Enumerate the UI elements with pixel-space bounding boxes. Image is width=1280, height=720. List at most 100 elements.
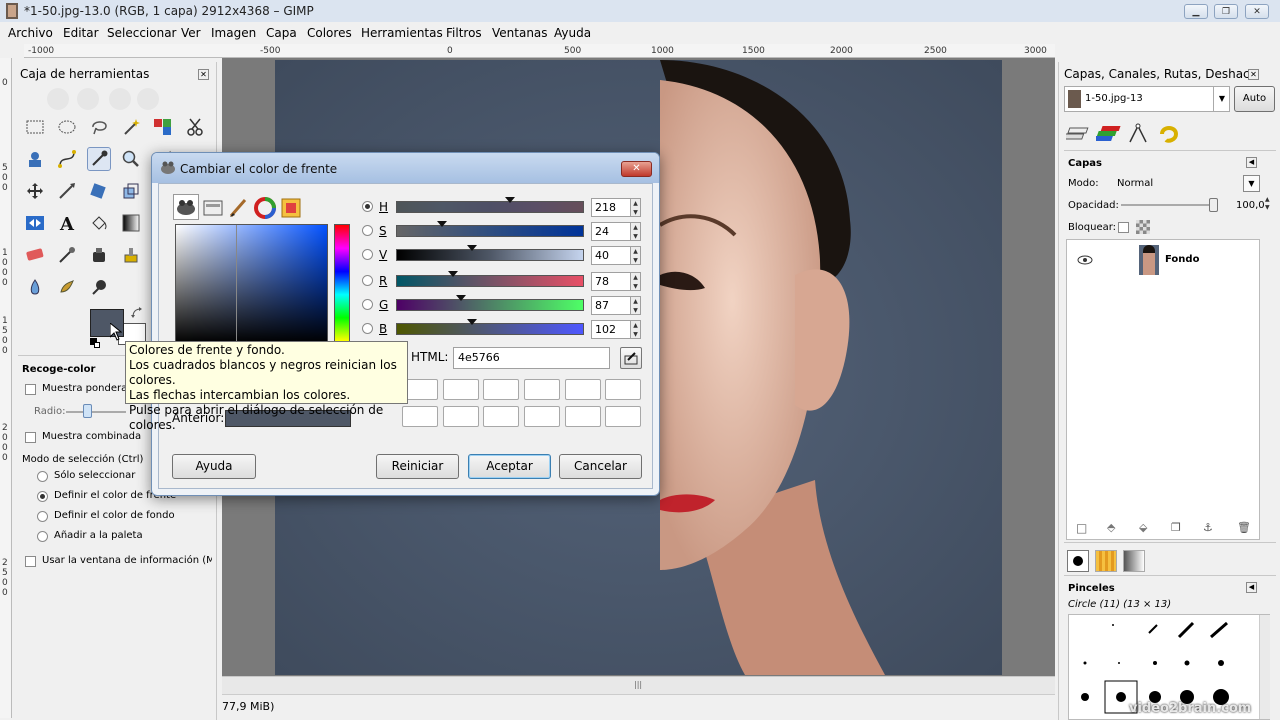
channel-radio-v[interactable] (362, 249, 373, 260)
paths-icon[interactable] (55, 147, 79, 171)
blur-icon[interactable] (23, 275, 47, 299)
pattern-tab-icon[interactable] (1095, 550, 1117, 572)
slider-marker[interactable] (448, 271, 459, 277)
close-icon[interactable]: ✕ (198, 69, 209, 80)
slider-marker[interactable] (504, 197, 515, 203)
menu-editar[interactable]: Editar (63, 26, 99, 40)
close-icon[interactable]: ✕ (1248, 69, 1259, 80)
default-colors-icon[interactable] (94, 342, 100, 348)
ink-icon[interactable] (87, 243, 111, 267)
history-swatch[interactable] (565, 379, 601, 400)
slider-marker[interactable] (467, 245, 478, 251)
sample-average-checkbox[interactable] (25, 384, 36, 395)
hue-strip[interactable] (334, 224, 350, 342)
menu-ventanas[interactable]: Ventanas (492, 26, 548, 40)
channel-radio-h[interactable] (362, 201, 373, 212)
opacity-slider-handle[interactable] (1209, 198, 1218, 212)
transform-icon[interactable] (87, 179, 111, 203)
set-foreground-radio[interactable] (37, 491, 48, 502)
channel-slider-g[interactable] (396, 295, 584, 311)
text-icon[interactable]: A (55, 211, 79, 235)
delete-layer-icon[interactable]: 🗑 (1237, 521, 1251, 534)
wheel-selector-tab[interactable] (253, 196, 277, 220)
watercolor-selector-tab[interactable] (227, 196, 251, 220)
channel-slider-s[interactable] (396, 221, 584, 237)
slider-marker[interactable] (455, 295, 466, 301)
history-swatch[interactable] (443, 406, 479, 427)
rect-select-icon[interactable] (23, 115, 47, 139)
select-by-color-icon[interactable] (151, 115, 175, 139)
mode-value[interactable]: Normal (1117, 177, 1153, 191)
layer-row[interactable]: Fondo (1067, 240, 1259, 280)
swap-colors-icon[interactable] (131, 307, 143, 319)
scale-icon[interactable] (119, 179, 143, 203)
chevron-down-icon[interactable]: ▼ (1213, 87, 1230, 111)
menu-herramientas[interactable]: Herramientas (361, 26, 443, 40)
menu-ver[interactable]: Ver (181, 26, 201, 40)
eraser-icon[interactable] (23, 243, 47, 267)
lower-layer-icon[interactable]: ⬙ (1139, 521, 1147, 534)
help-button[interactable]: Ayuda (172, 454, 256, 479)
channels-tab-icon[interactable] (1096, 122, 1122, 146)
channel-value-input[interactable]: 24 (591, 222, 631, 241)
airbrush-icon[interactable] (55, 243, 79, 267)
color-picker-icon[interactable] (87, 147, 111, 171)
history-swatch[interactable] (605, 406, 641, 427)
lasso-icon[interactable] (87, 115, 111, 139)
history-swatch[interactable] (483, 379, 519, 400)
eyedropper-button[interactable] (620, 347, 642, 369)
channel-value-input[interactable]: 78 (591, 272, 631, 291)
history-swatch[interactable] (443, 379, 479, 400)
blend-icon[interactable] (119, 211, 143, 235)
channel-radio-r[interactable] (362, 275, 373, 286)
spin-arrows-icon[interactable]: ▲ ▼ (631, 198, 641, 217)
duplicate-layer-icon[interactable]: ❐ (1171, 521, 1181, 534)
gimp-selector-tab[interactable] (173, 194, 199, 220)
gradient-tab-icon[interactable] (1123, 550, 1145, 572)
image-selector[interactable]: 1-50.jpg-13 ▼ (1064, 86, 1230, 112)
menu-capa[interactable]: Capa (266, 26, 297, 40)
history-swatch[interactable] (605, 379, 641, 400)
dodge-burn-icon[interactable] (87, 275, 111, 299)
brush-scrollbar[interactable] (1259, 615, 1270, 719)
move-icon[interactable] (23, 179, 47, 203)
menu-imagen[interactable]: Imagen (211, 26, 256, 40)
clone-icon[interactable] (119, 243, 143, 267)
fuzzy-select-icon[interactable] (119, 115, 143, 139)
history-swatch[interactable] (402, 406, 438, 427)
channel-value-input[interactable]: 218 (591, 198, 631, 217)
maximize-button[interactable]: ❐ (1214, 4, 1238, 19)
slider-marker[interactable] (437, 221, 448, 227)
layer-name[interactable]: Fondo (1165, 253, 1199, 267)
brush-tab-icon[interactable] (1067, 550, 1089, 572)
zoom-icon[interactable] (119, 147, 143, 171)
html-input[interactable]: 4e5766 (453, 347, 610, 369)
scroll-grip-icon[interactable]: ||| (634, 680, 644, 690)
spin-arrows-icon[interactable]: ▲ ▼ (631, 246, 641, 265)
channel-radio-b[interactable] (362, 323, 373, 334)
scissors-icon[interactable] (183, 115, 207, 139)
foreground-select-icon[interactable] (23, 147, 47, 171)
horizontal-ruler[interactable]: -1000 -500 0 500 1000 1500 2000 2500 300… (24, 44, 1055, 58)
align-icon[interactable] (55, 179, 79, 203)
vertical-ruler[interactable]: 0 500 1000 1500 2000 2500 (0, 58, 12, 718)
channel-radio-g[interactable] (362, 299, 373, 310)
tab-menu-icon[interactable]: ◀ (1246, 582, 1257, 593)
reset-button[interactable]: Reiniciar (376, 454, 459, 479)
pick-only-radio[interactable] (37, 471, 48, 482)
add-to-palette-radio[interactable] (37, 531, 48, 542)
raise-layer-icon[interactable]: ⬘ (1107, 521, 1115, 534)
lock-pixels-checkbox[interactable] (1118, 222, 1129, 233)
use-info-window-checkbox[interactable] (25, 556, 36, 567)
menu-filtros[interactable]: Filtros (446, 26, 482, 40)
history-swatch[interactable] (524, 406, 560, 427)
spin-arrows-icon[interactable]: ▲ ▼ (631, 222, 641, 241)
layers-tab-icon[interactable] (1066, 122, 1092, 146)
channel-value-input[interactable]: 87 (591, 296, 631, 315)
scales-selector-tab[interactable] (279, 196, 303, 220)
radius-slider-handle[interactable] (83, 404, 92, 418)
anchor-layer-icon[interactable]: ⚓ (1203, 521, 1213, 534)
history-swatch[interactable] (483, 406, 519, 427)
slider-marker[interactable] (467, 319, 478, 325)
flip-icon[interactable] (23, 211, 47, 235)
